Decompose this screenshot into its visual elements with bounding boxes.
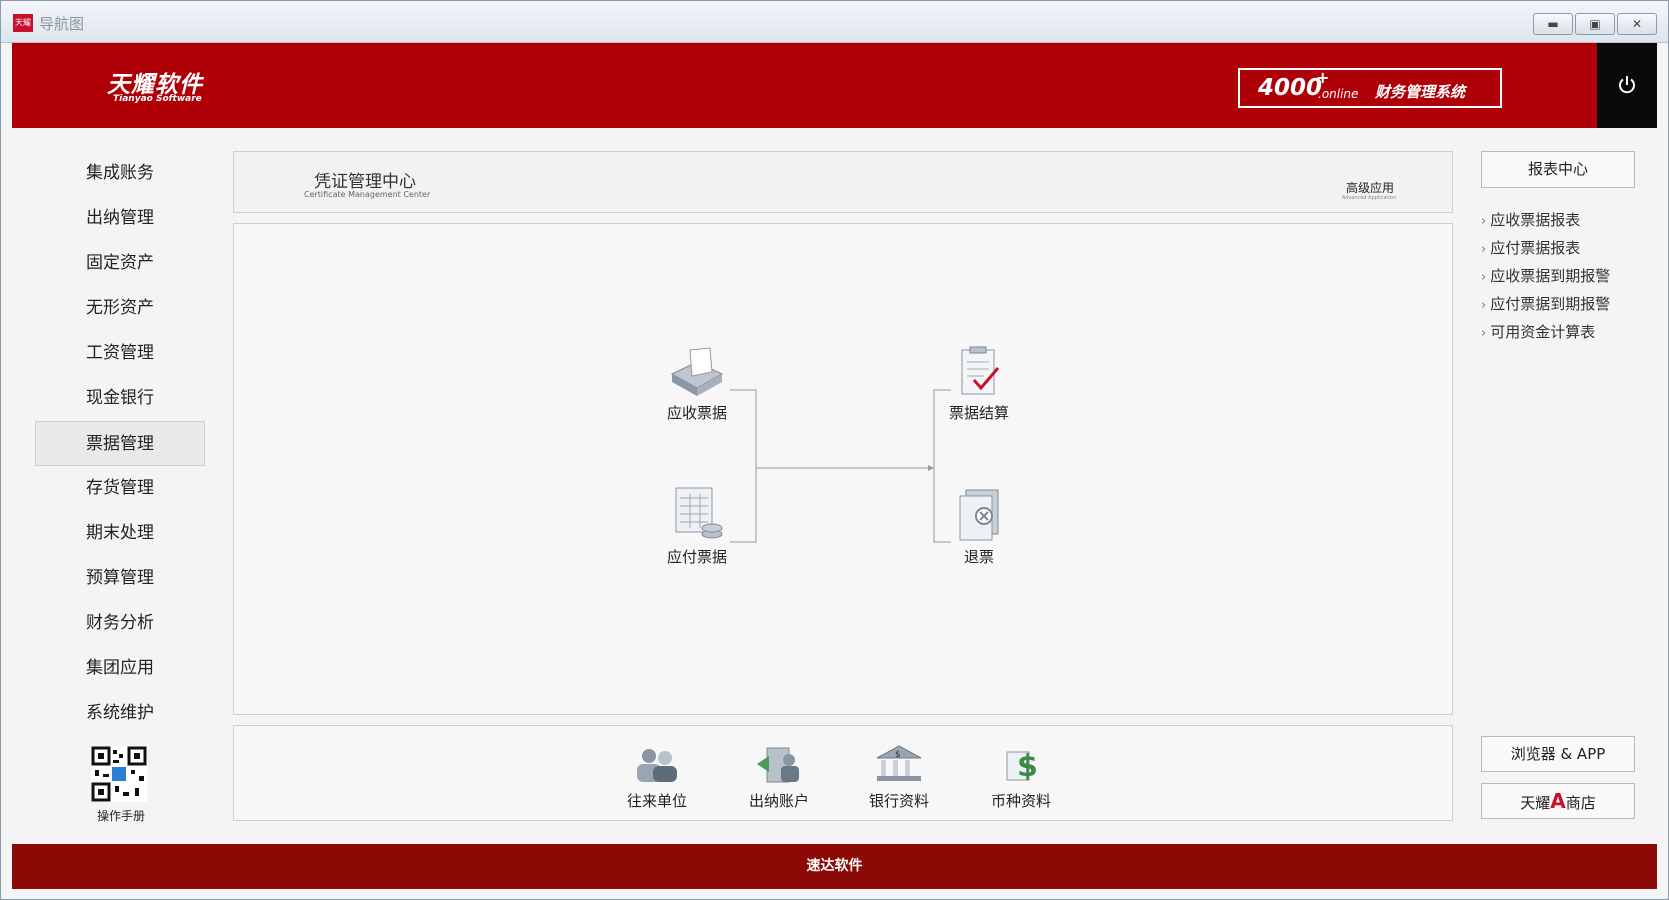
close-button[interactable]: ✕ (1617, 13, 1657, 35)
report-list: › 应收票据报表 › 应付票据报表 › 应收票据到期报警 › 应付票据到期报警 › 可用资… (1481, 209, 1610, 349)
sidebar-item-payroll[interactable]: 工资管理 (35, 331, 205, 376)
qr-code-icon (91, 746, 147, 802)
panel-title: 凭证管理中心 (314, 172, 416, 192)
report-link-label: 应收票据报表 (1490, 211, 1581, 229)
report-link-label: 应付票据报表 (1490, 239, 1581, 257)
currency-info-label: 币种资料 (990, 792, 1051, 810)
header-banner: 天耀软件 Tianyao Software 4000 + .online 财务管… (12, 43, 1657, 128)
bank-info-button[interactable]: $ 银行资料 (854, 744, 944, 811)
receivable-bill-icon (670, 347, 724, 396)
chevron-right-icon: › (1481, 242, 1487, 257)
refund-bill-icon (959, 489, 999, 541)
sidebar-item-bills[interactable]: 票据管理 (35, 421, 205, 466)
receivable-bill-label: 应收票据 (666, 404, 727, 422)
chevron-right-icon: › (1481, 214, 1487, 229)
bill-settlement-label: 票据结算 (948, 404, 1009, 422)
sidebar-item-fixed-assets[interactable]: 固定资产 (35, 241, 205, 286)
brand-logo-subtitle: Tianyao Software (113, 94, 202, 104)
browser-app-button[interactable]: 浏览器 & APP (1481, 736, 1635, 772)
report-link[interactable]: › 应付票据到期报警 (1481, 293, 1610, 321)
sidebar-item-period-end[interactable]: 期末处理 (35, 511, 205, 556)
svg-text:$: $ (895, 750, 901, 760)
cashier-account-icon (757, 747, 799, 783)
sidebar-item-cash-bank[interactable]: 现金银行 (35, 376, 205, 421)
refund-bill-label: 退票 (963, 548, 994, 566)
sidebar-item-financial-analysis[interactable]: 财务分析 (35, 601, 205, 646)
bank-icon: $ (876, 745, 922, 781)
product-name: 财务管理系统 (1375, 83, 1466, 101)
qr-label: 操作手册 (96, 809, 145, 823)
refund-bill-node[interactable]: 退票 (934, 486, 1024, 567)
shop-label-post: 商店 (1565, 794, 1596, 812)
report-link[interactable]: › 应收票据报表 (1481, 209, 1610, 237)
sidebar-item-integrated-accounts[interactable]: 集成账务 (35, 151, 205, 196)
sidebar-item-system-maintenance[interactable]: 系统维护 (35, 691, 205, 736)
receivable-bill-node[interactable]: 应收票据 (652, 346, 742, 423)
power-icon (1619, 76, 1635, 94)
bill-settlement-node[interactable]: 票据结算 (934, 346, 1024, 423)
report-link[interactable]: › 可用资金计算表 (1481, 321, 1610, 349)
qr-code[interactable] (91, 746, 147, 802)
flow-connectors (730, 389, 951, 543)
bottom-toolbar: 往来单位 出纳账户 $ 银行资料 $ 币种资料 (233, 725, 1453, 821)
sidebar-nav: 集成账务 出纳管理 固定资产 无形资产 工资管理 现金银行 票据管理 存货管理 … (35, 151, 205, 736)
window-title: 导航图 (39, 15, 85, 33)
shop-logo-a: A (1550, 789, 1566, 813)
sidebar-item-intangible-assets[interactable]: 无形资产 (35, 286, 205, 331)
shop-label-pre: 天耀 (1520, 794, 1551, 812)
advanced-app-sublabel: Advanced Application (1341, 195, 1396, 201)
product-sup: + (1316, 68, 1330, 87)
chevron-right-icon: › (1481, 298, 1487, 313)
svg-text:$: $ (1017, 749, 1038, 784)
footer-bar: 速达软件 (12, 844, 1657, 889)
app-icon: 天耀 (13, 14, 33, 32)
power-button[interactable] (1597, 43, 1657, 128)
chevron-right-icon: › (1481, 326, 1487, 341)
report-link-label: 可用资金计算表 (1490, 323, 1596, 341)
bill-settlement-icon (961, 346, 1000, 395)
chevron-right-icon: › (1481, 270, 1487, 285)
contacts-icon (637, 749, 677, 782)
payable-bill-label: 应付票据 (666, 548, 727, 566)
sidebar-item-group-app[interactable]: 集团应用 (35, 646, 205, 691)
report-link-label: 应付票据到期报警 (1490, 295, 1611, 313)
panel-subtitle: Certificate Management Center (304, 190, 431, 199)
cashier-account-label: 出纳账户 (748, 792, 809, 810)
title-bar: 天耀 导航图 ▬ ▣ ✕ (1, 1, 1668, 43)
contacts-label: 往来单位 (626, 792, 687, 810)
sidebar-item-inventory[interactable]: 存货管理 (35, 466, 205, 511)
minimize-button[interactable]: ▬ (1533, 13, 1573, 35)
advanced-app-link[interactable]: 高级应用 (1346, 179, 1394, 196)
report-link[interactable]: › 应收票据到期报警 (1481, 265, 1610, 293)
maximize-button[interactable]: ▣ (1575, 13, 1615, 35)
report-center-button[interactable]: 报表中心 (1481, 151, 1635, 188)
bank-info-label: 银行资料 (868, 792, 929, 810)
panel-header: 凭证管理中心 Certificate Management Center 高级应… (233, 151, 1453, 213)
payable-bill-icon (675, 487, 723, 539)
report-link-label: 应收票据到期报警 (1490, 267, 1611, 285)
flow-panel: 应收票据 应付票据 票据结算 退票 (233, 223, 1453, 715)
currency-icon: $ (1006, 749, 1038, 784)
contacts-button[interactable]: 往来单位 (612, 744, 702, 811)
product-number: 4000 (1258, 75, 1323, 101)
report-link[interactable]: › 应付票据报表 (1481, 237, 1610, 265)
currency-info-button[interactable]: $ 币种资料 (976, 744, 1066, 811)
product-badge: 4000 + .online 财务管理系统 (1238, 68, 1502, 108)
product-online: .online (1318, 87, 1359, 101)
app-window: 天耀 导航图 ▬ ▣ ✕ 天耀软件 Tianyao Software 4000 … (0, 0, 1669, 900)
sidebar-item-budget[interactable]: 预算管理 (35, 556, 205, 601)
shop-button[interactable]: 天耀A商店 (1481, 783, 1635, 819)
payable-bill-node[interactable]: 应付票据 (652, 486, 742, 567)
cashier-account-button[interactable]: 出纳账户 (734, 744, 824, 811)
sidebar-item-cashier[interactable]: 出纳管理 (35, 196, 205, 241)
